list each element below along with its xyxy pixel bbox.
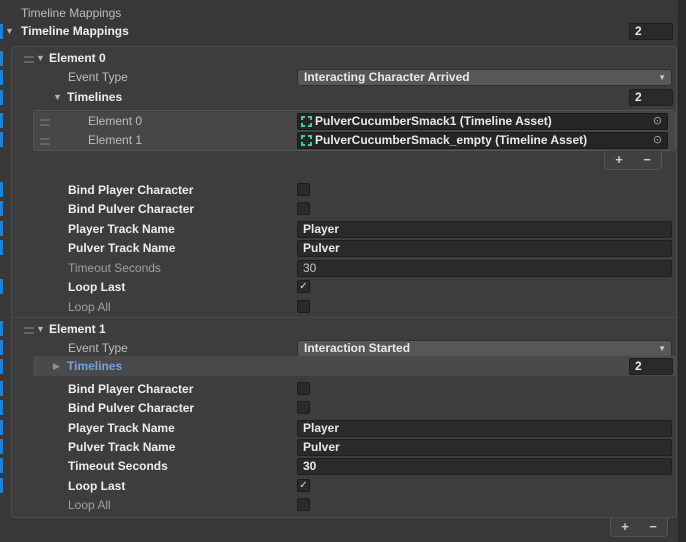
loop-last-checkbox[interactable]: ✓: [297, 479, 310, 492]
prop-label: Loop Last: [68, 477, 125, 495]
override-bar: [0, 51, 3, 66]
prop-label: Bind Pulver Character: [68, 200, 194, 218]
loop-last-checkbox[interactable]: ✓: [297, 280, 310, 293]
override-bar: [0, 132, 3, 147]
prop-label: Loop All: [68, 496, 111, 514]
override-bar: [0, 90, 3, 105]
override-bar: [0, 240, 3, 255]
event-type-dropdown[interactable]: Interacting Character Arrived ▼: [297, 69, 672, 86]
unity-inspector-timeline-mappings: Timeline Mappings ▼ Timeline Mappings 2 …: [0, 0, 686, 542]
bind-player-character-checkbox[interactable]: [297, 183, 310, 196]
override-bar: [0, 182, 3, 197]
remove-element-button[interactable]: −: [639, 518, 667, 536]
prop-label: Loop All: [68, 298, 111, 316]
add-element-button[interactable]: +: [605, 151, 633, 169]
override-bar: [0, 420, 3, 435]
override-bar: [0, 279, 3, 294]
timeline-asset-name: PulverCucumberSmack1 (Timeline Asset): [315, 114, 552, 129]
event-type-value: Interaction Started: [304, 341, 410, 355]
drag-handle-icon[interactable]: [40, 138, 50, 145]
prop-label: Player Track Name: [68, 419, 175, 437]
timeline-asset-field[interactable]: PulverCucumberSmack1 (Timeline Asset) ⊙: [297, 113, 668, 130]
foldout-open-icon[interactable]: ▼: [5, 22, 14, 40]
bind-player-character-checkbox[interactable]: [297, 382, 310, 395]
timeline-asset-field[interactable]: PulverCucumberSmack_empty (Timeline Asse…: [297, 132, 668, 149]
foldout-open-icon[interactable]: ▼: [53, 88, 62, 106]
prop-label: Bind Pulver Character: [68, 399, 194, 417]
loop-all-checkbox[interactable]: [297, 300, 310, 313]
override-bar: [0, 201, 3, 216]
override-bar: [0, 458, 3, 473]
timelines-list-footer: + −: [604, 150, 662, 170]
prop-label: Timeout Seconds: [68, 259, 161, 277]
override-bar: [0, 381, 3, 396]
timelines-title: Timelines: [67, 88, 122, 106]
pulver-track-name-input[interactable]: Pulver: [297, 439, 672, 456]
override-bar: [0, 439, 3, 454]
player-track-name-input[interactable]: Player: [297, 420, 672, 437]
dropdown-arrow-icon: ▼: [658, 341, 666, 356]
timeout-seconds-input[interactable]: 30: [297, 458, 672, 475]
element-1-title: Element 1: [49, 320, 106, 338]
remove-element-button[interactable]: −: [633, 151, 661, 169]
timeline-item-0-label: Element 0: [88, 112, 142, 130]
drag-handle-icon[interactable]: [24, 56, 34, 63]
foldout-closed-icon[interactable]: ▶: [53, 357, 60, 375]
timelines-title-selected: Timelines: [67, 357, 122, 375]
bind-pulver-character-checkbox[interactable]: [297, 202, 310, 215]
prop-label: Bind Player Character: [68, 380, 193, 398]
timelines-size-input[interactable]: 2: [629, 358, 673, 375]
override-bar: [0, 113, 3, 128]
timeline-item-1-label: Element 1: [88, 131, 142, 149]
override-bar: [0, 321, 3, 336]
drag-handle-icon[interactable]: [24, 327, 34, 334]
prop-label: Bind Player Character: [68, 181, 193, 199]
selected-row-highlight: [33, 356, 676, 376]
prop-label: Timeout Seconds: [68, 457, 168, 475]
override-bar: [0, 70, 3, 85]
override-bar: [0, 478, 3, 493]
player-track-name-input[interactable]: Player: [297, 221, 672, 238]
object-picker-icon[interactable]: ⊙: [650, 114, 665, 129]
foldout-open-icon[interactable]: ▼: [36, 320, 45, 338]
dropdown-arrow-icon: ▼: [658, 70, 666, 85]
array-size-input[interactable]: 2: [629, 23, 673, 40]
timeout-seconds-input[interactable]: 30: [297, 260, 672, 277]
event-type-label: Event Type: [68, 339, 128, 357]
context-label: Timeline Mappings: [21, 4, 121, 22]
override-bar: [0, 221, 3, 236]
timeline-asset-icon: [301, 116, 312, 127]
event-type-value: Interacting Character Arrived: [304, 70, 470, 84]
prop-label: Loop Last: [68, 278, 125, 296]
foldout-open-icon[interactable]: ▼: [36, 49, 45, 67]
drag-handle-icon[interactable]: [40, 119, 50, 126]
prop-label: Pulver Track Name: [68, 438, 175, 456]
override-bar: [0, 400, 3, 415]
event-type-label: Event Type: [68, 68, 128, 86]
right-gutter: [678, 0, 686, 542]
object-picker-icon[interactable]: ⊙: [650, 133, 665, 148]
prop-label: Player Track Name: [68, 220, 175, 238]
override-bar: [0, 340, 3, 355]
override-bar: [0, 24, 3, 39]
timeline-asset-icon: [301, 135, 312, 146]
event-type-dropdown[interactable]: Interaction Started ▼: [297, 340, 672, 357]
pulver-track-name-input[interactable]: Pulver: [297, 240, 672, 257]
array-footer: + −: [610, 517, 668, 537]
loop-all-checkbox[interactable]: [297, 498, 310, 511]
element-0-title: Element 0: [49, 49, 106, 67]
prop-label: Pulver Track Name: [68, 239, 175, 257]
element-separator: [12, 317, 676, 318]
timelines-size-input[interactable]: 2: [629, 89, 673, 106]
array-title: Timeline Mappings: [21, 22, 129, 40]
bind-pulver-character-checkbox[interactable]: [297, 401, 310, 414]
override-bar: [0, 359, 3, 374]
add-element-button[interactable]: +: [611, 518, 639, 536]
timeline-asset-name: PulverCucumberSmack_empty (Timeline Asse…: [315, 133, 587, 148]
